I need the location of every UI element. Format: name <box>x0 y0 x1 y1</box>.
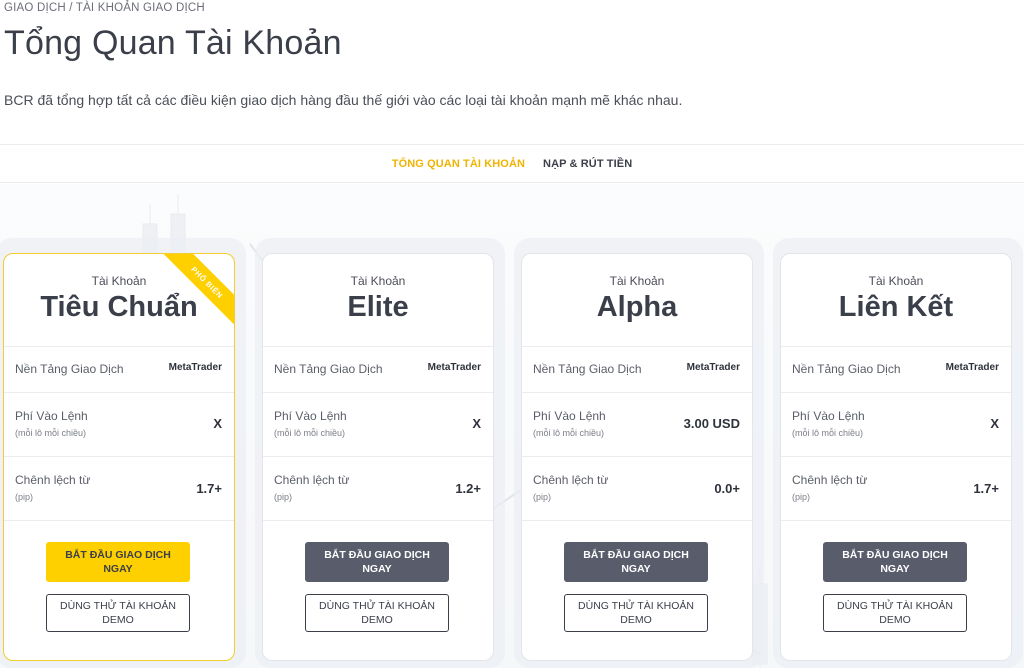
platform-label: Nền Tảng Giao Dịch <box>15 362 124 376</box>
platform-value: MetaTrader <box>168 362 222 373</box>
platform-label: Nền Tảng Giao Dịch <box>533 362 642 376</box>
card-account-name: Alpha <box>596 291 678 323</box>
fee-value: X <box>990 416 999 431</box>
card-kicker: Tài Khoản <box>868 274 924 288</box>
start-trading-button[interactable]: BẮT ĐẦU GIAO DỊCH NGAY <box>564 542 708 582</box>
account-card-standard: PHỔ BIẾN Tài Khoản Tiêu Chuẩn Nền Tảng G… <box>3 253 235 661</box>
account-tabs: TỔNG QUAN TÀI KHOẢN NẠP & RÚT TIỀN <box>0 144 1024 183</box>
fee-sublabel: (mỗi lô mỗi chiều) <box>533 428 605 438</box>
fee-sublabel: (mỗi lô mỗi chiều) <box>274 428 346 438</box>
tab-account-overview[interactable]: TỔNG QUAN TÀI KHOẢN <box>392 158 525 170</box>
fee-label: Phí Vào Lệnh <box>792 409 865 423</box>
spread-sublabel: (pip) <box>15 492 34 502</box>
card-account-name: Elite <box>347 291 409 323</box>
spread-value: 1.7+ <box>973 481 999 496</box>
fee-sublabel: (mỗi lô mỗi chiều) <box>15 428 87 438</box>
spread-label: Chênh lệch từ <box>274 473 350 487</box>
platform-value: MetaTrader <box>686 362 740 373</box>
card-account-name: Tiêu Chuẩn <box>40 291 198 323</box>
breadcrumb[interactable]: GIAO DỊCH / TÀI KHOẢN GIAO DỊCH <box>4 2 205 14</box>
spread-value: 1.2+ <box>455 481 481 496</box>
card-kicker: Tài Khoản <box>91 274 147 288</box>
platform-row: Nền Tảng Giao Dịch MetaTrader <box>781 346 1011 392</box>
divider <box>4 520 234 521</box>
start-trading-button[interactable]: BẮT ĐẦU GIAO DỊCH NGAY <box>46 542 190 582</box>
demo-account-button[interactable]: DÙNG THỬ TÀI KHOẢN DEMO <box>564 594 708 632</box>
platform-label: Nền Tảng Giao Dịch <box>274 362 383 376</box>
spread-sublabel: (pip) <box>274 492 293 502</box>
account-card-linked: Tài Khoản Liên Kết Nền Tảng Giao Dịch Me… <box>780 253 1012 661</box>
page-title: Tổng Quan Tài Khoản <box>4 24 342 62</box>
fee-value: 3.00 USD <box>683 416 740 431</box>
platform-row: Nền Tảng Giao Dịch MetaTrader <box>263 346 493 392</box>
fee-label: Phí Vào Lệnh <box>274 409 347 423</box>
account-card-alpha: Tài Khoản Alpha Nền Tảng Giao Dịch MetaT… <box>521 253 753 661</box>
platform-value: MetaTrader <box>427 362 481 373</box>
spread-value: 1.7+ <box>196 481 222 496</box>
spread-label: Chênh lệch từ <box>533 473 609 487</box>
divider <box>781 520 1011 521</box>
spread-label: Chênh lệch từ <box>15 473 91 487</box>
fee-row: Phí Vào Lệnh (mỗi lô mỗi chiều) X <box>263 392 493 456</box>
start-trading-button[interactable]: BẮT ĐẦU GIAO DỊCH NGAY <box>305 542 449 582</box>
spread-sublabel: (pip) <box>792 492 811 502</box>
divider <box>263 520 493 521</box>
platform-row: Nền Tảng Giao Dịch MetaTrader <box>4 346 234 392</box>
fee-row: Phí Vào Lệnh (mỗi lô mỗi chiều) X <box>781 392 1011 456</box>
spread-row: Chênh lệch từ (pip) 1.7+ <box>4 456 234 520</box>
fee-label: Phí Vào Lệnh <box>15 409 88 423</box>
intro-text: BCR đã tổng hợp tất cả các điều kiện gia… <box>4 92 683 108</box>
spread-row: Chênh lệch từ (pip) 1.2+ <box>263 456 493 520</box>
fee-value: X <box>213 416 222 431</box>
platform-value: MetaTrader <box>945 362 999 373</box>
card-kicker: Tài Khoản <box>609 274 665 288</box>
demo-account-button[interactable]: DÙNG THỬ TÀI KHOẢN DEMO <box>46 594 190 632</box>
demo-account-button[interactable]: DÙNG THỬ TÀI KHOẢN DEMO <box>823 594 967 632</box>
tab-deposit-withdraw[interactable]: NẠP & RÚT TIỀN <box>543 158 632 170</box>
fee-label: Phí Vào Lệnh <box>533 409 606 423</box>
divider <box>522 520 752 521</box>
fee-row: Phí Vào Lệnh (mỗi lô mỗi chiều) 3.00 USD <box>522 392 752 456</box>
account-card-elite: Tài Khoản Elite Nền Tảng Giao Dịch MetaT… <box>262 253 494 661</box>
spread-sublabel: (pip) <box>533 492 552 502</box>
platform-row: Nền Tảng Giao Dịch MetaTrader <box>522 346 752 392</box>
card-kicker: Tài Khoản <box>350 274 406 288</box>
spread-value: 0.0+ <box>714 481 740 496</box>
fee-sublabel: (mỗi lô mỗi chiều) <box>792 428 864 438</box>
demo-account-button[interactable]: DÙNG THỬ TÀI KHOẢN DEMO <box>305 594 449 632</box>
spread-label: Chênh lệch từ <box>792 473 868 487</box>
card-account-name: Liên Kết <box>838 291 954 323</box>
platform-label: Nền Tảng Giao Dịch <box>792 362 901 376</box>
spread-row: Chênh lệch từ (pip) 1.7+ <box>781 456 1011 520</box>
start-trading-button[interactable]: BẮT ĐẦU GIAO DỊCH NGAY <box>823 542 967 582</box>
fee-value: X <box>472 416 481 431</box>
spread-row: Chênh lệch từ (pip) 0.0+ <box>522 456 752 520</box>
fee-row: Phí Vào Lệnh (mỗi lô mỗi chiều) X <box>4 392 234 456</box>
